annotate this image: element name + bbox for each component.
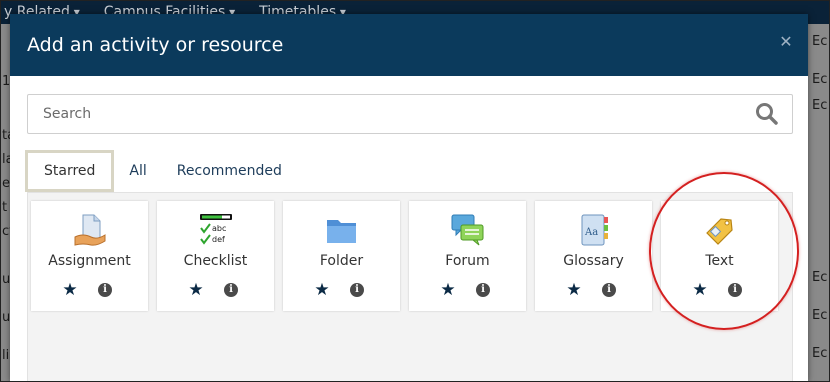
activity-label: Text xyxy=(705,253,734,269)
checklist-icon-text: def xyxy=(212,235,225,244)
folder-icon xyxy=(327,220,356,243)
info-icon[interactable]: i xyxy=(602,283,616,297)
checklist-icon-text: abc xyxy=(212,224,226,233)
search-box xyxy=(27,94,793,134)
background-text-fragment: Ec xyxy=(812,72,828,87)
modal-header: Add an activity or resource ✕ xyxy=(10,14,808,76)
card-actions: ★ i xyxy=(409,281,526,301)
background-text-fragment: Ec xyxy=(812,346,828,361)
card-actions: ★ i xyxy=(535,281,652,301)
activity-card-folder[interactable]: Folder ★ i xyxy=(283,201,400,311)
assignment-icon xyxy=(74,214,106,246)
activity-card-checklist[interactable]: abc def Checklist ★ i xyxy=(157,201,274,311)
glossary-icon: Aa xyxy=(581,214,608,246)
background-text-fragment: Ec xyxy=(812,270,828,285)
tab-all[interactable]: All xyxy=(114,150,161,192)
background-text-fragment: Ec xyxy=(812,308,828,323)
activity-label: Checklist xyxy=(183,253,248,269)
tab-recommended[interactable]: Recommended xyxy=(162,150,297,192)
info-icon[interactable]: i xyxy=(98,283,112,297)
background-text-fragment: t xyxy=(2,200,8,215)
star-icon[interactable]: ★ xyxy=(691,281,709,299)
info-icon[interactable]: i xyxy=(476,283,490,297)
text-label-icon xyxy=(706,218,733,245)
star-icon[interactable]: ★ xyxy=(565,281,583,299)
activity-label: Forum xyxy=(445,253,490,269)
close-icon[interactable]: ✕ xyxy=(778,34,794,50)
search-input[interactable] xyxy=(28,95,754,133)
activity-label: Glossary xyxy=(563,253,624,269)
tab-starred[interactable]: Starred xyxy=(25,150,115,192)
chooser-tabs: Starred All Recommended xyxy=(25,148,297,194)
activity-label: Assignment xyxy=(48,253,131,269)
star-icon[interactable]: ★ xyxy=(313,281,331,299)
activity-card-glossary[interactable]: Aa Glossary ★ i xyxy=(535,201,652,311)
activity-grid: Assignment ★ i abc def Checklist ★ i Fol… xyxy=(27,192,793,382)
activity-card-forum[interactable]: Forum ★ i xyxy=(409,201,526,311)
checklist-icon: abc def xyxy=(200,214,232,245)
info-icon[interactable]: i xyxy=(224,283,238,297)
star-icon[interactable]: ★ xyxy=(61,281,79,299)
glossary-icon-text: Aa xyxy=(584,227,598,238)
search-icon[interactable] xyxy=(754,101,780,127)
activity-label: Folder xyxy=(319,253,364,269)
activity-card-assignment[interactable]: Assignment ★ i xyxy=(31,201,148,311)
card-actions: ★ i xyxy=(31,281,148,301)
info-icon[interactable]: i xyxy=(350,283,364,297)
info-icon[interactable]: i xyxy=(728,283,742,297)
background-text-fragment: Ec xyxy=(812,34,828,49)
background-text-fragment: Ec xyxy=(812,98,828,113)
activity-card-text[interactable]: Text ★ i xyxy=(661,201,778,311)
card-actions: ★ i xyxy=(661,281,778,301)
card-actions: ★ i xyxy=(283,281,400,301)
card-actions: ★ i xyxy=(157,281,274,301)
star-icon[interactable]: ★ xyxy=(439,281,457,299)
star-icon[interactable]: ★ xyxy=(187,281,205,299)
activity-chooser-modal: Add an activity or resource ✕ Starred Al… xyxy=(10,14,808,382)
modal-title: Add an activity or resource xyxy=(27,34,284,56)
forum-icon xyxy=(451,214,484,246)
